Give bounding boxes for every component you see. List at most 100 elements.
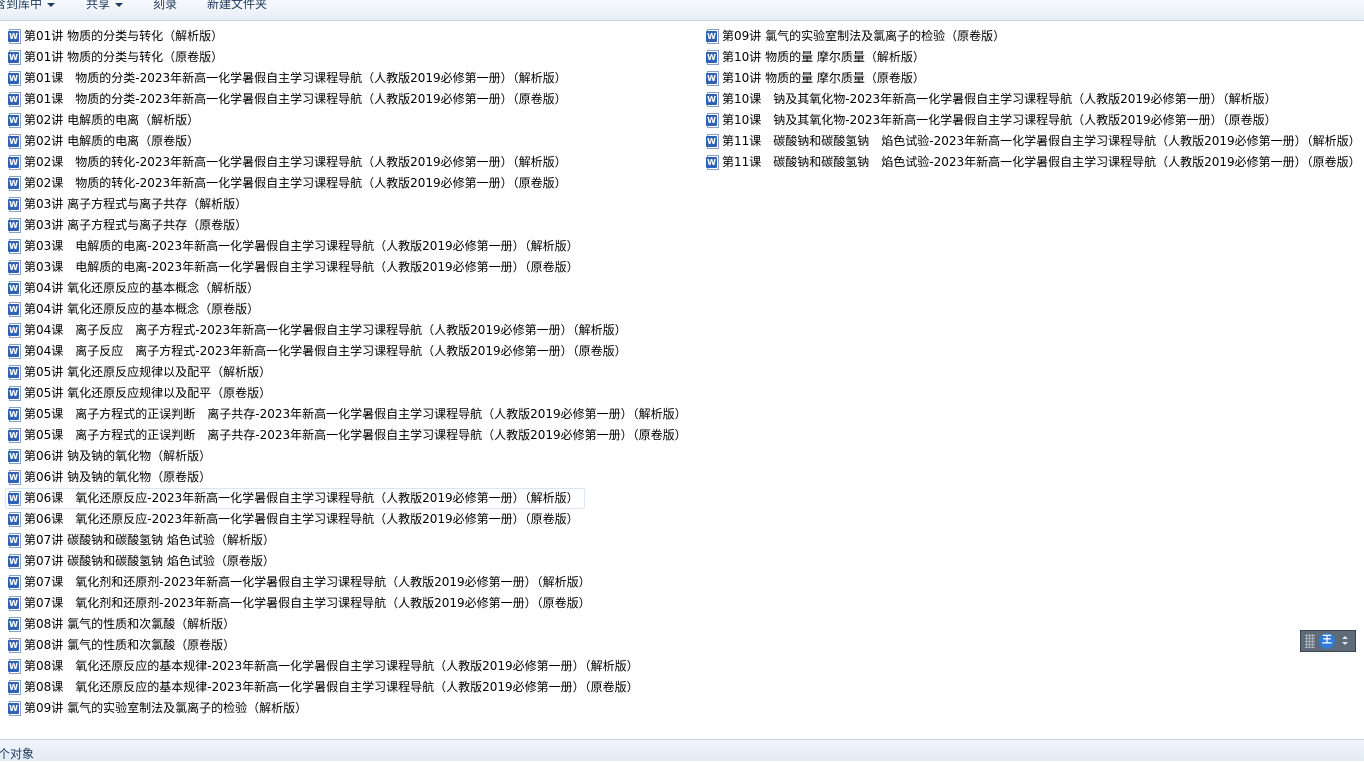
word-document-icon: W: [8, 701, 21, 716]
new-folder-button[interactable]: 新建文件夹: [207, 0, 267, 12]
file-name: 第02课 物质的转化-2023年新高一化学暑假自主学习课程导航（人教版2019必…: [24, 155, 567, 169]
share-button[interactable]: 共享: [86, 0, 124, 12]
file-item[interactable]: W 第03讲 离子方程式与离子共存（解析版）: [5, 194, 253, 215]
word-document-icon: W: [8, 407, 21, 422]
word-document-icon: W: [8, 113, 21, 128]
word-document-icon: W: [8, 512, 21, 527]
file-item[interactable]: W 第06讲 钠及钠的氧化物（原卷版）: [5, 467, 217, 488]
file-item[interactable]: W 第04讲 氧化还原反应的基本概念（解析版）: [5, 278, 265, 299]
file-item[interactable]: W 第01讲 物质的分类与转化（原卷版）: [5, 47, 229, 68]
word-document-icon: W: [706, 113, 719, 128]
word-document-icon: W: [8, 50, 21, 65]
file-item[interactable]: W 第10讲 物质的量 摩尔质量（解析版）: [703, 47, 931, 68]
file-name: 第08课 氧化还原反应的基本规律-2023年新高一化学暑假自主学习课程导航（人教…: [24, 680, 639, 694]
file-list-view[interactable]: W 第01讲 物质的分类与转化（解析版） W 第01讲 物质的分类与转化（原卷版） W 第…: [0, 21, 1364, 739]
file-item[interactable]: W 第02课 物质的转化-2023年新高一化学暑假自主学习课程导航（人教版2019…: [5, 173, 573, 194]
chevron-down-icon: [115, 2, 124, 7]
file-name: 第04课 离子反应 离子方程式-2023年新高一化学暑假自主学习课程导航（人教版…: [24, 344, 627, 358]
file-item[interactable]: W 第07讲 碳酸钠和碳酸氢钠 焰色试验（原卷版）: [5, 551, 281, 572]
file-name: 第02讲 电解质的电离（原卷版）: [24, 134, 200, 148]
file-item[interactable]: W 第08课 氧化还原反应的基本规律-2023年新高一化学暑假自主学习课程导航（人…: [5, 656, 645, 677]
word-document-icon: W: [8, 29, 21, 44]
file-item[interactable]: W 第02讲 电解质的电离（解析版）: [5, 110, 205, 131]
file-name: 第11课 碳酸钠和碳酸氢钠 焰色试验-2023年新高一化学暑假自主学习课程导航（…: [722, 155, 1361, 169]
file-item[interactable]: W 第03课 电解质的电离-2023年新高一化学暑假自主学习课程导航（人教版201…: [5, 257, 585, 278]
file-item[interactable]: W 第04讲 氧化还原反应的基本概念（原卷版）: [5, 299, 265, 320]
file-item[interactable]: W 第10课 钠及其氧化物-2023年新高一化学暑假自主学习课程导航（人教版201…: [703, 110, 1283, 131]
file-name: 第03课 电解质的电离-2023年新高一化学暑假自主学习课程导航（人教版2019…: [24, 239, 579, 253]
word-document-icon: W: [8, 197, 21, 212]
file-item[interactable]: W 第08课 氧化还原反应的基本规律-2023年新高一化学暑假自主学习课程导航（人…: [5, 677, 645, 698]
file-name: 第10讲 物质的量 摩尔质量（原卷版）: [722, 71, 925, 85]
file-name: 第11课 碳酸钠和碳酸氢钠 焰色试验-2023年新高一化学暑假自主学习课程导航（…: [722, 134, 1361, 148]
file-name: 第05讲 氧化还原反应规律以及配平（原卷版）: [24, 386, 272, 400]
file-item[interactable]: W 第11课 碳酸钠和碳酸氢钠 焰色试验-2023年新高一化学暑假自主学习课程导航…: [703, 152, 1364, 173]
file-item[interactable]: W 第06课 氧化还原反应-2023年新高一化学暑假自主学习课程导航（人教版201…: [5, 488, 585, 509]
file-name: 第03课 电解质的电离-2023年新高一化学暑假自主学习课程导航（人教版2019…: [24, 260, 579, 274]
file-item[interactable]: W 第02课 物质的转化-2023年新高一化学暑假自主学习课程导航（人教版2019…: [5, 152, 573, 173]
share-label: 共享: [86, 0, 111, 11]
file-item[interactable]: W 第07课 氧化剂和还原剂-2023年新高一化学暑假自主学习课程导航（人教版20…: [5, 593, 597, 614]
file-name: 第07课 氧化剂和还原剂-2023年新高一化学暑假自主学习课程导航（人教版201…: [24, 575, 591, 589]
command-bar: 含到库中 共享 刻录 新建文件夹: [0, 0, 1364, 21]
word-document-icon: W: [8, 596, 21, 611]
ime-toolbar[interactable]: 王: [1300, 630, 1356, 652]
file-item[interactable]: W 第03讲 离子方程式与离子共存（原卷版）: [5, 215, 253, 236]
word-document-icon: W: [8, 533, 21, 548]
file-item[interactable]: W 第08讲 氯气的性质和次氯酸（解析版）: [5, 614, 241, 635]
file-item[interactable]: W 第05课 离子方程式的正误判断 离子共存-2023年新高一化学暑假自主学习课程…: [5, 425, 693, 446]
file-name: 第03讲 离子方程式与离子共存（原卷版）: [24, 218, 248, 232]
file-item[interactable]: W 第04课 离子反应 离子方程式-2023年新高一化学暑假自主学习课程导航（人教…: [5, 320, 633, 341]
word-document-icon: W: [8, 323, 21, 338]
file-item[interactable]: W 第07讲 碳酸钠和碳酸氢钠 焰色试验（解析版）: [5, 530, 281, 551]
word-document-icon: W: [8, 92, 21, 107]
file-item[interactable]: W 第02讲 电解质的电离（原卷版）: [5, 131, 205, 152]
file-item[interactable]: W 第04课 离子反应 离子方程式-2023年新高一化学暑假自主学习课程导航（人教…: [5, 341, 633, 362]
file-item[interactable]: W 第06课 氧化还原反应-2023年新高一化学暑假自主学习课程导航（人教版201…: [5, 509, 585, 530]
file-item[interactable]: W 第05讲 氧化还原反应规律以及配平（原卷版）: [5, 383, 277, 404]
file-item[interactable]: W 第07课 氧化剂和还原剂-2023年新高一化学暑假自主学习课程导航（人教版20…: [5, 572, 597, 593]
burn-button[interactable]: 刻录: [153, 0, 177, 12]
word-document-icon: W: [8, 302, 21, 317]
word-document-icon: W: [8, 260, 21, 275]
file-item[interactable]: W 第09讲 氯气的实验室制法及氯离子的检验（解析版）: [5, 698, 313, 719]
word-document-icon: W: [8, 428, 21, 443]
file-name: 第06讲 钠及钠的氧化物（解析版）: [24, 449, 212, 463]
file-item[interactable]: W 第05课 离子方程式的正误判断 离子共存-2023年新高一化学暑假自主学习课程…: [5, 404, 693, 425]
file-name: 第10课 钠及其氧化物-2023年新高一化学暑假自主学习课程导航（人教版2019…: [722, 92, 1277, 106]
word-document-icon: W: [8, 155, 21, 170]
file-item[interactable]: W 第06讲 钠及钠的氧化物（解析版）: [5, 446, 217, 467]
file-name: 第10讲 物质的量 摩尔质量（解析版）: [722, 50, 925, 64]
file-name: 第03讲 离子方程式与离子共存（解析版）: [24, 197, 248, 211]
file-item[interactable]: W 第09讲 氯气的实验室制法及氯离子的检验（原卷版）: [703, 26, 1011, 47]
file-item[interactable]: W 第05讲 氧化还原反应规律以及配平（解析版）: [5, 362, 277, 383]
ime-menu-icon[interactable]: [1341, 634, 1349, 648]
file-item[interactable]: W 第10课 钠及其氧化物-2023年新高一化学暑假自主学习课程导航（人教版201…: [703, 89, 1283, 110]
file-name: 第01讲 物质的分类与转化（原卷版）: [24, 50, 224, 64]
word-document-icon: W: [8, 554, 21, 569]
file-name: 第04讲 氧化还原反应的基本概念（解析版）: [24, 281, 260, 295]
file-name: 第07课 氧化剂和还原剂-2023年新高一化学暑假自主学习课程导航（人教版201…: [24, 596, 591, 610]
file-name: 第06课 氧化还原反应-2023年新高一化学暑假自主学习课程导航（人教版2019…: [24, 491, 579, 505]
ime-logo-icon[interactable]: 王: [1319, 633, 1335, 649]
chevron-down-icon: [47, 2, 56, 7]
file-item[interactable]: W 第08讲 氯气的性质和次氯酸（原卷版）: [5, 635, 241, 656]
include-in-library-button[interactable]: 含到库中: [0, 0, 56, 12]
file-item[interactable]: W 第10讲 物质的量 摩尔质量（原卷版）: [703, 68, 931, 89]
word-document-icon: W: [706, 155, 719, 170]
word-document-icon: W: [8, 386, 21, 401]
word-document-icon: W: [706, 50, 719, 65]
drag-handle-icon[interactable]: [1305, 634, 1315, 648]
word-document-icon: W: [706, 29, 719, 44]
file-name: 第08讲 氯气的性质和次氯酸（解析版）: [24, 617, 236, 631]
file-name: 第08课 氧化还原反应的基本规律-2023年新高一化学暑假自主学习课程导航（人教…: [24, 659, 639, 673]
new-folder-label: 新建文件夹: [207, 0, 268, 11]
word-document-icon: W: [706, 134, 719, 149]
file-item[interactable]: W 第03课 电解质的电离-2023年新高一化学暑假自主学习课程导航（人教版201…: [5, 236, 585, 257]
word-document-icon: W: [8, 617, 21, 632]
file-item[interactable]: W 第01课 物质的分类-2023年新高一化学暑假自主学习课程导航（人教版2019…: [5, 89, 573, 110]
file-item[interactable]: W 第01讲 物质的分类与转化（解析版）: [5, 26, 229, 47]
word-document-icon: W: [706, 71, 719, 86]
file-item[interactable]: W 第11课 碳酸钠和碳酸氢钠 焰色试验-2023年新高一化学暑假自主学习课程导航…: [703, 131, 1364, 152]
file-item[interactable]: W 第01课 物质的分类-2023年新高一化学暑假自主学习课程导航（人教版2019…: [5, 68, 573, 89]
